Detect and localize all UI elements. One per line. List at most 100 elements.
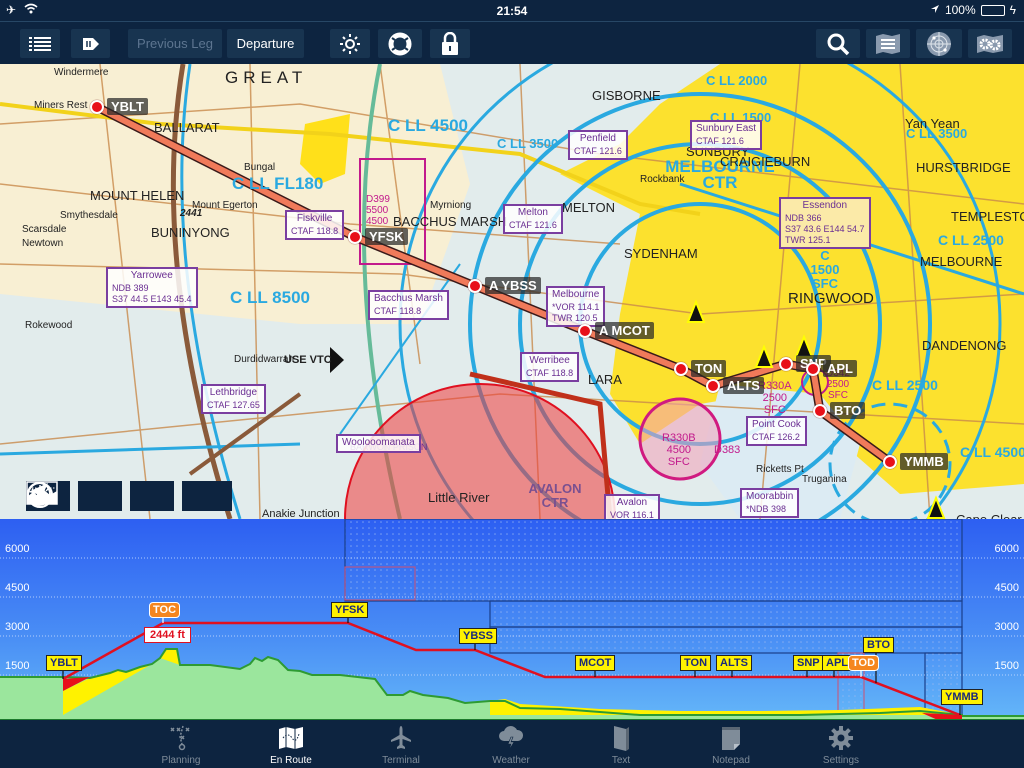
airspace-label: AVALON CTR: [528, 481, 582, 510]
frequency-box-lethbridge: Lethbridge CTAF 127.65: [201, 384, 266, 414]
frequency-box-point-cook: Point Cook CTAF 126.2: [746, 416, 807, 446]
search-button[interactable]: [816, 29, 860, 58]
airspace-label: C LL 2000: [706, 73, 768, 88]
frequency-box-melton: Melton CTAF 121.6: [503, 204, 563, 234]
route-waypoint-yfsk[interactable]: YFSK: [348, 228, 408, 245]
frequency-box-yarrowee: Yarrowee NDB 389 S37 44.5 E143 45.4: [106, 267, 198, 308]
aeronautical-chart-map[interactable]: C LL FL180 C LL 8500 C LL 4500 C LL 3500…: [0, 64, 1024, 519]
profile-tag-toc[interactable]: TOC: [149, 602, 181, 618]
altitude-label-right: 6000: [994, 543, 1019, 555]
list-icon: [29, 36, 51, 51]
altitude-label-left: 3000: [5, 621, 30, 633]
sun-icon: [340, 33, 360, 54]
route-waypoint-ton[interactable]: TON: [674, 360, 727, 377]
waypoint-marker-icon: [813, 403, 827, 418]
profile-tag-ybss[interactable]: YBSS: [459, 628, 497, 644]
compass-button[interactable]: [27, 481, 122, 511]
profile-tag-ton[interactable]: TON: [680, 655, 712, 671]
waypoint-label: A MCOT: [595, 322, 654, 339]
book-icon: [614, 726, 629, 751]
storm-cloud-icon: [499, 726, 524, 751]
town-label: GREAT: [225, 68, 308, 87]
route-waypoint-mcot[interactable]: A MCOT: [578, 322, 654, 339]
map-settings-button[interactable]: [968, 29, 1012, 58]
route-waypoint-apl[interactable]: APL: [806, 360, 857, 377]
waypoint-label: BTO: [830, 402, 866, 419]
route-waypoint-alts[interactable]: ALTS: [706, 377, 764, 394]
frequency-box-woolooomanata: Woolooomanata: [336, 434, 421, 453]
profile-tag-snp[interactable]: SNP: [793, 655, 824, 671]
town-label: Windermere: [54, 67, 109, 78]
restricted-area-label: D399 5500 4500: [366, 194, 390, 227]
battery-percent: 100%: [944, 3, 976, 17]
frequency-box-penfield: Penfield CTAF 121.6: [568, 130, 628, 160]
help-button[interactable]: [378, 29, 422, 58]
town-label: Anakie Junction: [262, 508, 340, 519]
airspace-label: C 1500 SFC: [810, 248, 840, 291]
map-layers-button[interactable]: [866, 29, 910, 58]
brightness-button[interactable]: [330, 29, 370, 58]
waypoint-marker-icon: [806, 361, 820, 376]
profile-tag-yfsk[interactable]: YFSK: [331, 602, 369, 618]
profile-tag-alts[interactable]: ALTS: [716, 655, 752, 671]
tab-en-route[interactable]: En Route: [251, 724, 331, 766]
profile-tag-mcot[interactable]: MCOT: [575, 655, 616, 671]
terrain-profile-icon: [26, 481, 58, 505]
use-vtc-label: USE VTC: [284, 354, 332, 366]
map-icon: [279, 727, 303, 749]
status-bar: ✈ 21:54 100% ϟ: [0, 0, 1024, 22]
planning-icon: [170, 725, 190, 751]
profile-tag-yblt[interactable]: YBLT: [46, 655, 82, 671]
tab-settings[interactable]: Settings: [801, 724, 881, 766]
highest-terrain-callout: 2444 ft: [144, 627, 191, 643]
route-waypoint-bto[interactable]: BTO: [813, 402, 866, 419]
town-label: Ricketts Pt: [756, 464, 804, 475]
airspace-label: C LL FL180: [232, 174, 324, 193]
lifebuoy-icon: [388, 32, 412, 55]
lock-button[interactable]: [430, 29, 470, 58]
town-label: GISBORNE: [592, 88, 661, 103]
gears-icon: [977, 34, 1003, 53]
previous-leg-button[interactable]: Previous Leg: [128, 29, 222, 58]
route-waypoint-ymmb[interactable]: YMMB: [883, 453, 948, 470]
town-label: Scarsdale: [22, 224, 67, 235]
frequency-box-sunbury-east: Sunbury East CTAF 121.6: [690, 120, 763, 150]
app-root: ✈ 21:54 100% ϟ Previous Leg Departure C …: [0, 0, 1024, 768]
town-label: BALLARAT: [154, 120, 220, 135]
town-label: CRAIGIEBURN: [720, 154, 811, 169]
top-toolbar: Previous Leg Departure: [0, 22, 1024, 64]
waypoint-label: YFSK: [365, 228, 408, 245]
tab-weather[interactable]: Weather: [471, 724, 551, 766]
airspace-block-c-ll-4500: [344, 519, 963, 602]
tab-planning[interactable]: Planning: [141, 724, 221, 766]
spot-height-label: 2441: [180, 208, 203, 219]
profile-tag-tod[interactable]: TOD: [848, 655, 880, 671]
profile-graphics: [0, 519, 1024, 719]
town-label: SYDENHAM: [624, 246, 698, 261]
clock: 21:54: [496, 4, 528, 18]
direct-to-icon: [82, 37, 99, 50]
airplane-icon: [391, 726, 411, 749]
departure-button[interactable]: Departure: [227, 29, 304, 58]
town-label: LARA: [588, 372, 622, 387]
airspace-block-c-ll-3500: [489, 600, 963, 628]
route-waypoint-ybss[interactable]: A YBSS: [468, 277, 541, 294]
town-label: Miners Rest: [34, 100, 88, 111]
profile-tag-bto[interactable]: BTO: [863, 637, 895, 653]
town-label: RINGWOOD: [788, 290, 874, 307]
route-waypoint-yblt[interactable]: YBLT: [90, 98, 148, 115]
direct-to-button[interactable]: [71, 29, 110, 58]
airspace-block-moorabbin-ctr: [924, 652, 963, 717]
tab-terminal[interactable]: Terminal: [361, 724, 441, 766]
instruments-button[interactable]: [27, 481, 174, 511]
tab-text[interactable]: Text: [581, 724, 661, 766]
route-list-button[interactable]: [20, 29, 60, 58]
tab-notepad[interactable]: Notepad: [691, 724, 771, 766]
profile-view-button[interactable]: [26, 481, 232, 511]
vertical-profile[interactable]: 6000 6000 4500 4500 3000 3000 1500 1500 YBLT TOC…: [0, 519, 1024, 719]
town-label: Rokewood: [25, 320, 73, 331]
profile-tag-ymmb[interactable]: YMMB: [941, 689, 983, 705]
town-label: MELTON: [562, 200, 615, 215]
frequency-box-moorabbin: Moorabbin *NDB 398: [740, 488, 800, 518]
radar-button[interactable]: [916, 29, 962, 58]
